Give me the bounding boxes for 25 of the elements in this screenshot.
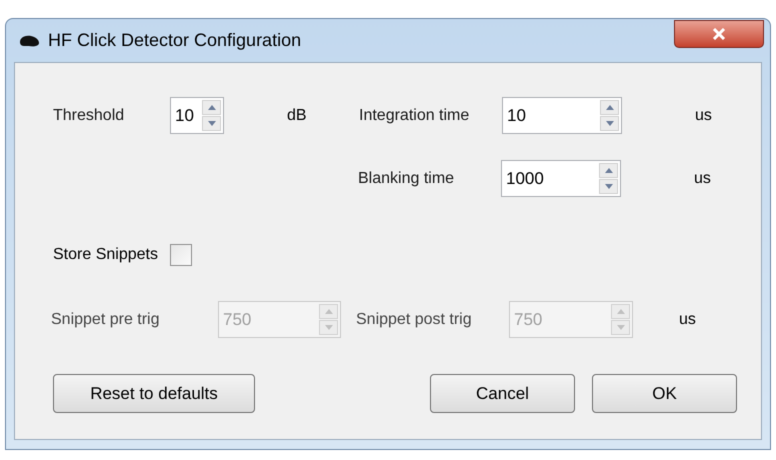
store-snippets-label: Store Snippets <box>53 245 158 265</box>
spinner-value: 10 <box>506 104 527 127</box>
spinner-value: 750 <box>222 308 252 331</box>
unit-label: dB <box>287 106 307 124</box>
snippet-post-trig-label: Snippet post trig <box>356 310 472 328</box>
dialog-button[interactable]: Cancel <box>430 374 575 413</box>
close-button[interactable] <box>674 20 764 48</box>
spinner-value: 1000 <box>505 168 545 190</box>
spinner-value: 750 <box>513 308 544 331</box>
unit-label: us <box>695 106 712 124</box>
number-spinner[interactable]: 10 <box>170 97 224 134</box>
number-spinner[interactable]: 10 <box>502 97 622 134</box>
integration-time-label: Integration time <box>359 106 470 124</box>
dialog-button[interactable]: Reset to defaults <box>53 374 255 413</box>
dialog-button[interactable]: OK <box>592 374 737 413</box>
snippet-pre-trig-label: Snippet pre trig <box>51 310 160 328</box>
blanking-time-label: Blanking time <box>358 170 454 186</box>
window-title: HF Click Detector Configuration <box>48 29 302 52</box>
close-icon <box>712 28 726 40</box>
spinner-value: 10 <box>174 104 195 127</box>
store-snippets-checkbox[interactable] <box>170 244 192 266</box>
unit-label: us <box>694 170 711 186</box>
unit-label: us <box>679 310 696 328</box>
number-spinner[interactable]: 1000 <box>501 160 621 197</box>
threshold-label: Threshold <box>53 106 124 124</box>
